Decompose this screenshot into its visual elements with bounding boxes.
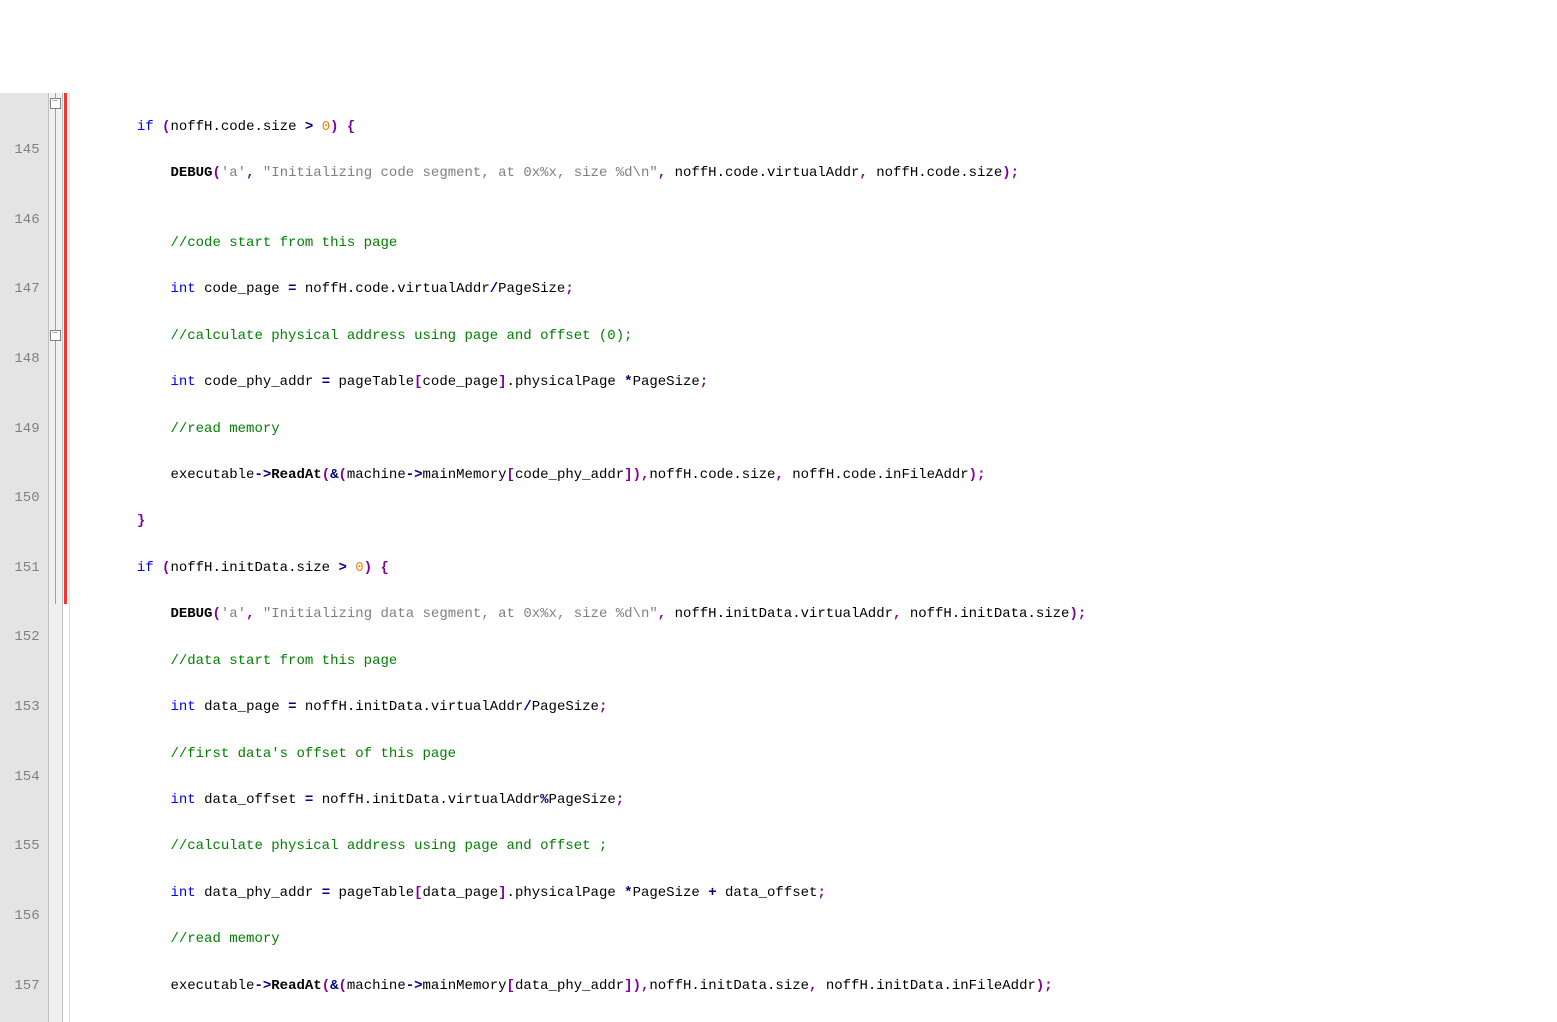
line-number: 150 bbox=[6, 487, 40, 510]
code-line[interactable]: //calculate physical address using page … bbox=[70, 835, 1087, 858]
change-marker bbox=[64, 93, 67, 604]
line-number: 154 bbox=[6, 766, 40, 789]
change-marker-column bbox=[63, 93, 70, 1022]
code-area[interactable]: if (noffH.code.size > 0) { DEBUG('a', "I… bbox=[70, 93, 1087, 1022]
code-line[interactable]: if (noffH.initData.size > 0) { bbox=[70, 557, 1087, 580]
code-line[interactable]: //read memory bbox=[70, 418, 1087, 441]
line-number: 155 bbox=[6, 835, 40, 858]
code-line[interactable]: //data start from this page bbox=[70, 650, 1087, 673]
line-number: 157 bbox=[6, 975, 40, 998]
code-line[interactable]: //read memory bbox=[70, 928, 1087, 951]
fold-minus-icon[interactable]: − bbox=[50, 98, 61, 109]
code-line[interactable]: executable->ReadAt(&(machine->mainMemory… bbox=[70, 975, 1087, 998]
line-number: 146 bbox=[6, 209, 40, 232]
fold-minus-icon[interactable]: − bbox=[50, 330, 61, 341]
code-line[interactable]: } bbox=[70, 510, 1087, 533]
code-line[interactable]: int code_phy_addr = pageTable[code_page]… bbox=[70, 371, 1087, 394]
fold-guide-line bbox=[55, 93, 56, 604]
code-line[interactable]: DEBUG('a', "Initializing code segment, a… bbox=[70, 162, 1087, 185]
code-line[interactable]: if (noffH.code.size > 0) { bbox=[70, 116, 1087, 139]
code-line[interactable]: int data_page = noffH.initData.virtualAd… bbox=[70, 696, 1087, 719]
code-editor: 145 146 147 148 149 150 151 152 153 154 … bbox=[0, 93, 1557, 1022]
code-line[interactable]: } bbox=[70, 1021, 1087, 1022]
line-number-gutter: 145 146 147 148 149 150 151 152 153 154 … bbox=[0, 93, 49, 1022]
line-number: 156 bbox=[6, 905, 40, 928]
fold-column: − − bbox=[49, 93, 63, 1022]
code-line[interactable]: //calculate physical address using page … bbox=[70, 325, 1087, 348]
code-line[interactable]: DEBUG('a', "Initializing data segment, a… bbox=[70, 603, 1087, 626]
line-number: 149 bbox=[6, 418, 40, 441]
line-number: 153 bbox=[6, 696, 40, 719]
line-number: 151 bbox=[6, 557, 40, 580]
code-line[interactable]: executable->ReadAt(&(machine->mainMemory… bbox=[70, 464, 1087, 487]
line-number: 147 bbox=[6, 278, 40, 301]
code-line[interactable]: //first data's offset of this page bbox=[70, 743, 1087, 766]
code-line[interactable]: int data_offset = noffH.initData.virtual… bbox=[70, 789, 1087, 812]
line-number: 148 bbox=[6, 348, 40, 371]
line-number: 145 bbox=[6, 139, 40, 162]
code-line[interactable]: int code_page = noffH.code.virtualAddr/P… bbox=[70, 278, 1087, 301]
line-number: 152 bbox=[6, 626, 40, 649]
code-line[interactable]: //code start from this page bbox=[70, 232, 1087, 255]
code-line[interactable]: int data_phy_addr = pageTable[data_page]… bbox=[70, 882, 1087, 905]
